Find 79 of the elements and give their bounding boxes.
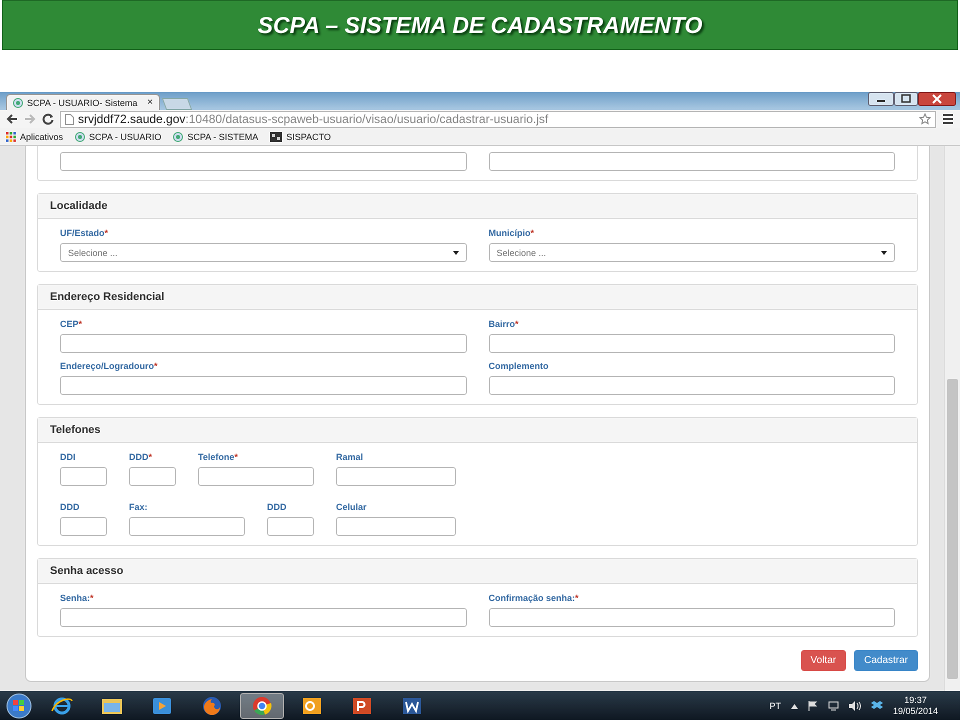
- input-field[interactable]: [198, 467, 314, 486]
- dropdown[interactable]: Selecione ...: [60, 243, 466, 262]
- page-icon: [65, 114, 74, 124]
- section-title: Endereço Residencial: [38, 285, 917, 310]
- input-field[interactable]: [267, 517, 314, 536]
- site-icon: [75, 132, 86, 142]
- browser-e-icon: [51, 695, 73, 717]
- password-field[interactable]: [488, 608, 895, 627]
- field-label: Fax:: [129, 502, 149, 513]
- input-field[interactable]: [60, 334, 466, 353]
- field-label: Município*: [488, 228, 536, 239]
- field-label: Senha:*: [60, 593, 95, 604]
- input-field[interactable]: [488, 152, 895, 171]
- caret-icon: [452, 250, 458, 254]
- address-bar[interactable]: srvjddf72.saude.gov:10480/datasus-scpaweb-usuario/visao/usuario/cadastrar-usuario.jsf: [60, 110, 936, 128]
- reload-icon[interactable]: [42, 113, 54, 125]
- input-field[interactable]: [60, 152, 466, 171]
- input-field[interactable]: [129, 467, 176, 486]
- slides-app-icon: [351, 695, 373, 717]
- round-logo-icon: [251, 695, 273, 717]
- maximize-icon[interactable]: [894, 92, 918, 106]
- mail-app-icon: [301, 695, 323, 717]
- input-field[interactable]: [60, 517, 107, 536]
- caret-icon: [881, 250, 887, 254]
- field-label: Endereço/Logradouro*: [60, 361, 159, 372]
- menu-icon[interactable]: [942, 113, 954, 125]
- play-icon: [151, 695, 173, 717]
- field-label: Ramal: [336, 452, 364, 463]
- close-icon[interactable]: [918, 92, 956, 106]
- field-label: CEP*: [60, 319, 84, 330]
- site-icon: [173, 132, 184, 142]
- field-label: UF/Estado*: [60, 228, 110, 239]
- field-label: Celular: [336, 502, 368, 513]
- slide-title: SCPA – SISTEMA DE CADASTRAMENTO: [258, 12, 702, 38]
- start-button-icon[interactable]: [4, 693, 34, 719]
- language-indicator[interactable]: PT: [769, 701, 781, 711]
- field-label: Telefone*: [198, 452, 239, 463]
- section-title: Senha acesso: [38, 559, 917, 584]
- speaker-icon[interactable]: [848, 701, 861, 711]
- clock[interactable]: 19:37 19/05/2014: [892, 695, 938, 717]
- document-app-icon: [401, 695, 423, 717]
- field-label: DDD: [60, 502, 80, 513]
- field-label: Complemento: [488, 361, 550, 372]
- back-arrow-icon[interactable]: [6, 113, 18, 125]
- field-label: DDI: [60, 452, 76, 463]
- star-icon[interactable]: [919, 113, 931, 125]
- input-field[interactable]: [336, 517, 456, 536]
- input-field[interactable]: [60, 467, 107, 486]
- section-title: Localidade: [38, 194, 917, 219]
- section-title: Telefones: [38, 418, 917, 443]
- field-label: Bairro*: [488, 319, 520, 330]
- minimize-icon[interactable]: [868, 92, 894, 106]
- apps-grid-icon: [6, 132, 16, 142]
- fox-globe-icon: [201, 695, 223, 717]
- bookmark-item[interactable]: SCPA - USUARIO: [75, 132, 162, 142]
- bookmark-item[interactable]: SCPA - SISTEMA: [173, 132, 258, 142]
- tab-title: SCPA - USUARIO- Sistema: [27, 98, 138, 108]
- field-label: DDD*: [129, 452, 154, 463]
- site-icon: [13, 98, 23, 108]
- input-field[interactable]: [336, 467, 456, 486]
- back-button[interactable]: Voltar: [800, 650, 846, 671]
- bookmark-item[interactable]: Aplicativos: [6, 132, 64, 142]
- input-field[interactable]: [488, 376, 895, 395]
- bookmark-item[interactable]: SISPACTO: [270, 132, 331, 142]
- scrollbar[interactable]: [944, 146, 960, 691]
- flag-icon[interactable]: [808, 701, 818, 711]
- input-field[interactable]: [488, 334, 895, 353]
- up-arrow-icon[interactable]: [790, 704, 798, 708]
- browser-tab[interactable]: SCPA - USUARIO- Sistema ×: [6, 94, 160, 110]
- field-label: DDD: [267, 502, 288, 513]
- network-icon[interactable]: [828, 701, 839, 711]
- url-text: srvjddf72.saude.gov:10480/datasus-scpaweb-usuario/visao/usuario/cadastrar-usuario.jsf: [78, 112, 548, 126]
- dropdown[interactable]: Selecione ...: [488, 243, 895, 262]
- input-field[interactable]: [60, 376, 466, 395]
- input-field[interactable]: [129, 517, 245, 536]
- submit-button[interactable]: Cadastrar: [854, 650, 918, 671]
- password-field[interactable]: [60, 608, 466, 627]
- field-label: Confirmação senha:*: [488, 593, 580, 604]
- close-icon[interactable]: ×: [147, 97, 153, 108]
